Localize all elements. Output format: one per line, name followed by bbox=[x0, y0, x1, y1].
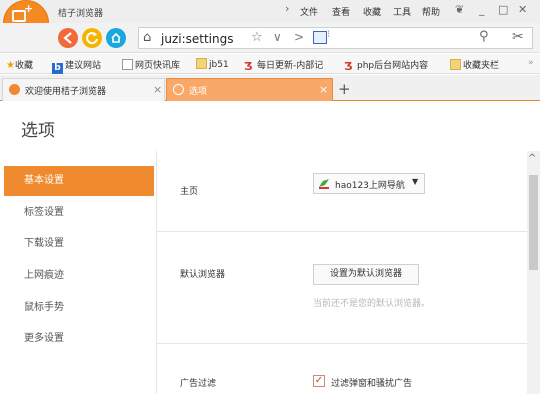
bookmark-webslice[interactable]: 网页快讯库 bbox=[122, 58, 180, 71]
divider bbox=[157, 343, 528, 344]
default-browser-hint: 当前还不是您的默认浏览器。 bbox=[313, 299, 431, 309]
tab-label: 欢迎使用桔子浏览器 bbox=[25, 87, 107, 97]
new-tab-button[interactable]: + bbox=[338, 80, 351, 98]
back-button[interactable] bbox=[58, 28, 78, 48]
sidebar-item-basic[interactable]: 基本设置 bbox=[4, 166, 154, 196]
search-icon[interactable]: ⚲ bbox=[479, 29, 489, 44]
skin-icon[interactable]: ❦ bbox=[455, 3, 464, 16]
ad-filter-label: 广告过滤 bbox=[180, 379, 217, 389]
tab-label: 选项 bbox=[189, 87, 208, 97]
home-icon bbox=[111, 32, 121, 43]
menu-view[interactable]: 查看 bbox=[332, 5, 350, 18]
menu-tools[interactable]: 工具 bbox=[393, 5, 411, 18]
scissors-icon[interactable]: ✂ bbox=[512, 29, 524, 45]
folder-icon bbox=[450, 59, 461, 70]
bookmark-jb51[interactable]: jb51 bbox=[196, 58, 229, 70]
homepage-select[interactable]: hao123上网导航 ▼ bbox=[313, 173, 425, 194]
ad-filter-checkbox-label[interactable]: 过滤弹窗和骚扰广告 bbox=[331, 376, 412, 389]
default-browser-label: 默认浏览器 bbox=[180, 270, 226, 280]
bookmark-php-backend[interactable]: Ʒphp后台网站内容 bbox=[344, 58, 428, 72]
star-icon[interactable]: ☆ bbox=[251, 30, 263, 45]
page-title: 选项 bbox=[21, 121, 55, 141]
settings-content: 主页 hao123上网导航 ▼ 默认浏览器 设置为默认浏览器 当前还不是您的默认… bbox=[156, 151, 528, 394]
tab-welcome[interactable]: 欢迎使用桔子浏览器 × bbox=[2, 78, 165, 101]
tab-options[interactable]: 选项 × bbox=[166, 78, 333, 101]
menu-favorites[interactable]: 收藏 bbox=[363, 5, 381, 18]
circle-favicon-icon bbox=[173, 84, 184, 95]
bookmark-daily-update[interactable]: Ʒ 每日更新-内部记 bbox=[244, 58, 323, 72]
close-icon[interactable]: × bbox=[319, 83, 328, 96]
divider bbox=[157, 231, 528, 232]
address-bar[interactable]: ⌂ juzi:settings ☆ ∨ > ⁝ ⚲ bbox=[138, 27, 533, 49]
logo-icon: Ʒ bbox=[244, 60, 253, 73]
sidebar-item-more[interactable]: 更多设置 bbox=[4, 324, 154, 354]
logo-icon: Ʒ bbox=[344, 60, 353, 73]
menu-help[interactable]: 帮助 bbox=[422, 5, 440, 18]
minimize-button[interactable]: _ bbox=[479, 3, 485, 16]
bookmark-suggested-sites[interactable]: b 建议网站 bbox=[52, 58, 101, 74]
b-icon: b bbox=[52, 63, 63, 74]
sidebar-item-tabs[interactable]: 标签设置 bbox=[4, 198, 154, 228]
bookmark-favorites[interactable]: ★收藏 bbox=[6, 58, 33, 71]
refresh-icon bbox=[86, 32, 98, 45]
sidebar-item-history[interactable]: 上网痕迹 bbox=[4, 261, 154, 291]
maximize-button[interactable]: □ bbox=[498, 3, 508, 16]
url-text[interactable]: juzi:settings bbox=[161, 32, 233, 46]
homepage-value: hao123上网导航 bbox=[335, 181, 405, 191]
hao123-icon bbox=[319, 179, 329, 189]
plus-icon: + bbox=[24, 2, 34, 15]
bookmark-favorites-bar[interactable]: 收藏夹栏 bbox=[450, 58, 499, 71]
search-engine-icon[interactable] bbox=[313, 31, 327, 44]
navigation-bar: ⌂ juzi:settings ☆ ∨ > ⁝ ⚲ ✂ bbox=[0, 23, 540, 53]
sidebar-item-downloads[interactable]: 下载设置 bbox=[4, 229, 154, 259]
close-button[interactable]: ✕ bbox=[518, 3, 527, 16]
tab-bar: 欢迎使用桔子浏览器 × 选项 × bbox=[0, 75, 540, 101]
folder-icon bbox=[196, 58, 207, 69]
chevron-down-icon[interactable]: ∨ bbox=[273, 30, 282, 44]
scroll-up-icon[interactable]: ^ bbox=[528, 153, 536, 164]
homepage-label: 主页 bbox=[180, 187, 199, 197]
home-icon[interactable]: ⌂ bbox=[143, 30, 151, 45]
go-icon[interactable]: > bbox=[294, 30, 304, 44]
refresh-button[interactable] bbox=[82, 28, 102, 48]
more-bookmarks-icon[interactable]: » bbox=[528, 58, 534, 68]
dropdown-arrow-icon: ▼ bbox=[412, 177, 419, 186]
scrollbar[interactable]: ^ bbox=[527, 151, 540, 394]
star-icon: ★ bbox=[6, 60, 15, 71]
orange-favicon-icon bbox=[9, 84, 20, 95]
dropdown-dots[interactable]: ⁝ bbox=[327, 29, 330, 40]
scroll-thumb[interactable] bbox=[529, 175, 538, 270]
app-title: 桔子浏览器 bbox=[58, 9, 104, 19]
bookmarks-bar: ★收藏 b 建议网站 网页快讯库 jb51 Ʒ 每日更新-内部记 Ʒphp后台网站内… bbox=[0, 54, 540, 74]
sidebar-item-gestures[interactable]: 鼠标手势 bbox=[4, 293, 154, 323]
chevron-right-icon[interactable]: › bbox=[285, 2, 289, 15]
title-bar: + orange 桔子浏览器 文件 查看 收藏 工具 帮助 › ❦ _ □ ✕ bbox=[0, 0, 540, 46]
close-icon[interactable]: × bbox=[153, 83, 162, 96]
forward-home-button[interactable] bbox=[106, 28, 126, 48]
menu-file[interactable]: 文件 bbox=[300, 5, 318, 18]
page-icon bbox=[122, 59, 133, 70]
arrow-left-icon bbox=[63, 32, 72, 44]
ad-filter-checkbox[interactable]: ✓ bbox=[313, 375, 325, 387]
set-default-browser-button[interactable]: 设置为默认浏览器 bbox=[313, 264, 419, 285]
